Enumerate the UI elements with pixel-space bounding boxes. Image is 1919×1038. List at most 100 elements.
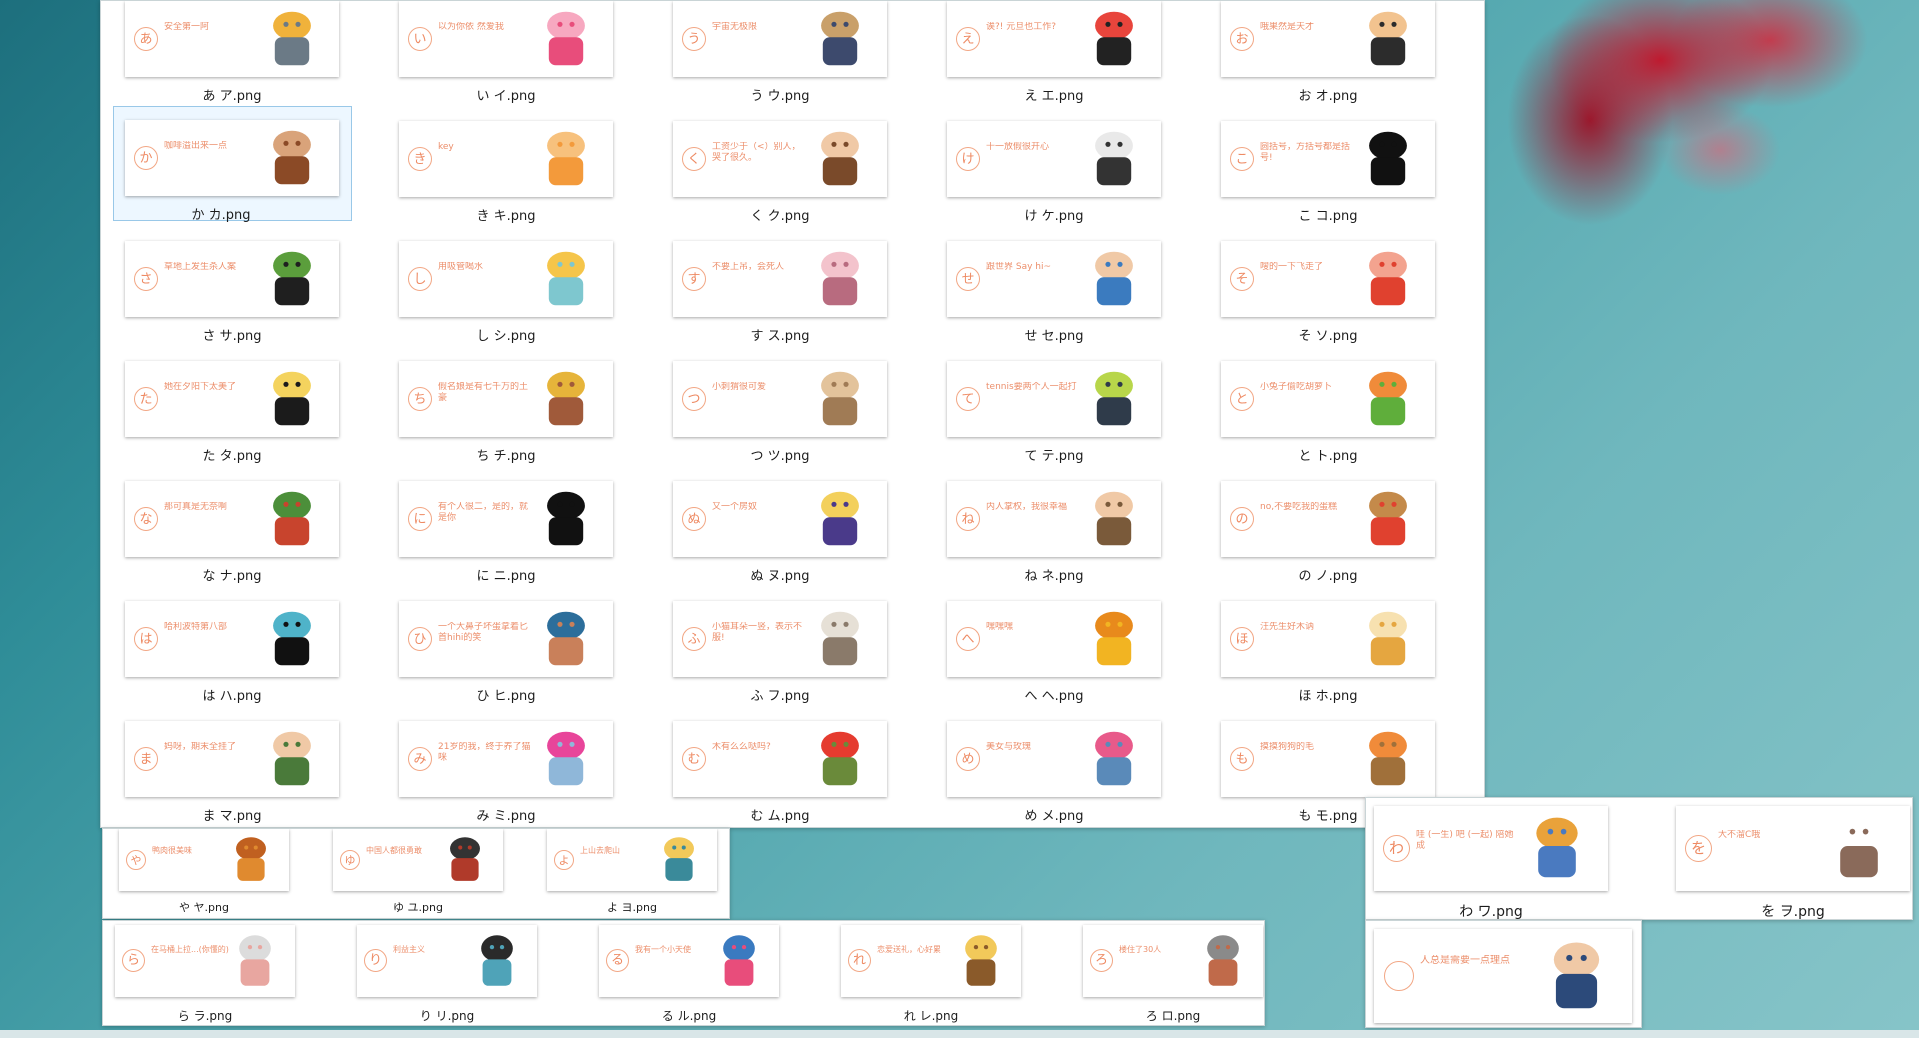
kana-circle-icon: ぬ <box>682 507 706 531</box>
file-item[interactable]: て tennis要两个人一起打 て テ.png <box>947 361 1161 464</box>
mnemonic-text: 上山去爬山 <box>580 846 620 855</box>
file-item[interactable]: し用吸管喝水 し シ.png <box>399 241 613 344</box>
file-item[interactable]: ら在马桶上拉...(你懂的) ら ラ.png <box>115 925 295 1023</box>
file-item[interactable]: ま妈呀，期末全挂了 ま マ.png <box>125 721 339 824</box>
smiley-face-icon <box>1071 604 1157 677</box>
kana-circle-icon: へ <box>956 627 980 651</box>
file-item[interactable]: く工资少于（<）别人，哭了很久。 く ク.png <box>673 121 887 224</box>
mnemonic-text: 妈呀，期末全挂了 <box>164 742 237 752</box>
file-item[interactable]: あ安全第一阿 あ ア.png <box>125 1 339 104</box>
file-name: の ノ.png <box>1298 569 1358 584</box>
thinking-man-icon <box>1525 933 1628 1023</box>
file-item[interactable]: む木有么么哒吗? む ム.png <box>673 721 887 824</box>
file-item[interactable]: ぬ又一个房奴 ぬ ヌ.png <box>673 481 887 584</box>
file-name: お オ.png <box>1298 89 1358 104</box>
file-item[interactable]: ほ汪先生好木讷 ほ ホ.png <box>1221 601 1435 704</box>
file-item[interactable]: れ恋爱送礼，心好累 れ レ.png <box>841 925 1021 1023</box>
file-item[interactable]: さ草地上发生杀人案 さ サ.png <box>125 241 339 344</box>
file-thumbnail: き key <box>399 121 613 197</box>
farmer-icon <box>1510 809 1604 891</box>
exam-girl-icon <box>249 724 335 797</box>
file-item[interactable]: せ跟世界 Say hi~ せ セ.png <box>947 241 1161 344</box>
file-item[interactable]: り利益主义 り リ.png <box>357 925 537 1023</box>
file-item[interactable]: す不要上吊，会死人 す ス.png <box>673 241 887 344</box>
file-item[interactable]: よ上山去爬山 よ ヨ.png <box>547 829 717 914</box>
file-name: き キ.png <box>476 209 536 224</box>
file-item[interactable]: け十一放假很开心 け ケ.png <box>947 121 1161 224</box>
kana-circle-icon: み <box>408 747 432 771</box>
mnemonic-text: 美女与玫瑰 <box>986 742 1032 752</box>
mnemonic-text: 汪先生好木讷 <box>1260 622 1315 632</box>
file-name: ひ ヒ.png <box>476 689 536 704</box>
file-thumbnail: へ嘿嘿嘿 <box>947 601 1161 677</box>
file-item[interactable]: か咖啡溢出来一点 か カ.png <box>113 106 352 223</box>
mnemonic-text: 21岁的我，终于养了猫咪 <box>438 742 531 764</box>
file-item[interactable]: ろ楼住了30人 ろ ロ.png <box>1083 925 1263 1023</box>
file-item[interactable]: る我有一个小天使 る ル.png <box>599 925 779 1023</box>
orange-kana-ki-icon <box>523 124 609 197</box>
mnemonic-text: 嗖的一下飞走了 <box>1260 262 1324 272</box>
mnemonic-text: 有个人很二，是的，就是你 <box>438 502 529 524</box>
file-thumbnail: か咖啡溢出来一点 <box>125 120 339 196</box>
file-item[interactable]: わ哇 (一生) 吧 (一起) 陪她成 わ ワ.png <box>1374 806 1608 919</box>
file-item[interactable]: を大不溜C哦 を ヲ.png <box>1676 806 1910 919</box>
file-item[interactable]: つ小刺猬很可爱 つ ツ.png <box>673 361 887 464</box>
file-item[interactable]: は哈利波特第八部 は ハ.png <box>125 601 339 704</box>
file-item[interactable]: た她在夕阳下太美了 た タ.png <box>125 361 339 464</box>
mnemonic-text: 大不溜C哦 <box>1718 830 1761 840</box>
file-item[interactable]: う宇宙无极限 う ウ.png <box>673 1 887 104</box>
file-item[interactable]: の no,不要吃我的蛋糕 の ノ.png <box>1221 481 1435 584</box>
file-item[interactable]: と小兔子偷吃胡萝卜 と ト.png <box>1221 361 1435 464</box>
file-item[interactable]: へ嘿嘿嘿 へ ヘ.png <box>947 601 1161 704</box>
file-thumbnail: ほ汪先生好木讷 <box>1221 601 1435 677</box>
file-item[interactable]: そ嗖的一下飞走了 そ ソ.png <box>1221 241 1435 344</box>
file-thumbnail: ね内人掌权，我很幸福 <box>947 481 1161 557</box>
kana-circle-icon: ま <box>134 747 158 771</box>
love-heart-text-icon <box>523 4 609 77</box>
mnemonic-text: 中国人都很勇敢 <box>366 846 422 855</box>
night-landscape-icon <box>797 4 883 77</box>
kana-circle-icon: い <box>408 27 432 51</box>
file-name: な ナ.png <box>202 569 262 584</box>
mnemonic-text: 她在夕阳下太美了 <box>164 382 237 392</box>
file-item[interactable]: 人总是需要一点理点 <box>1374 929 1632 1023</box>
mnemonic-text: 人总是需要一点理点 <box>1420 955 1510 966</box>
file-item[interactable]: こ圆括号，方括号都是括号! こ コ.png <box>1221 121 1435 224</box>
kana-circle-icon: き <box>408 147 432 171</box>
file-thumbnail: な那可真是无奈啊 <box>125 481 339 557</box>
file-item[interactable]: ち假名娘是有七千万的土豪 ち チ.png <box>399 361 613 464</box>
file-item[interactable]: き key き キ.png <box>399 121 613 224</box>
mnemonic-text: 草地上发生杀人案 <box>164 262 237 272</box>
no-cake-icon <box>1345 484 1431 557</box>
rabbit-carrot-icon <box>1345 364 1431 437</box>
file-item[interactable]: に有个人很二，是的，就是你 に ニ.png <box>399 481 613 584</box>
kana-circle-icon: そ <box>1230 267 1254 291</box>
file-item[interactable]: ね内人掌权，我很幸福 ね ネ.png <box>947 481 1161 584</box>
file-item[interactable]: み 21岁的我，终于养了猫咪 み ミ.png <box>399 721 613 824</box>
file-item[interactable]: え诶?! 元旦也工作? え エ.png <box>947 1 1161 104</box>
file-item[interactable]: や鸭肉很美味 や ヤ.png <box>119 829 289 914</box>
mnemonic-text: 诶?! 元旦也工作? <box>986 22 1057 32</box>
file-thumbnail: ひ一个大鼻子坏蛋拿着匕首hihi的笑 <box>399 601 613 677</box>
file-name: う ウ.png <box>750 89 810 104</box>
kana-circle-icon: を <box>1685 835 1712 862</box>
file-item[interactable]: ふ小猫耳朵一竖，表示不服! ふ フ.png <box>673 601 887 704</box>
mnemonic-text: 不要上吊，会死人 <box>712 262 785 272</box>
file-name: た タ.png <box>202 449 262 464</box>
kana-circle-icon: て <box>956 387 980 411</box>
file-name: め メ.png <box>1024 809 1084 824</box>
file-thumbnail: り利益主义 <box>357 925 537 997</box>
file-item[interactable]: い以为你依 然爱我 い イ.png <box>399 1 613 104</box>
file-item[interactable]: な那可真是无奈啊 な ナ.png <box>125 481 339 584</box>
kana-circle-icon: し <box>408 267 432 291</box>
file-item[interactable]: ゆ中国人都很勇敢 ゆ ユ.png <box>333 829 503 914</box>
file-item[interactable]: め美女与玫瑰 め メ.png <box>947 721 1161 824</box>
file-thumbnail: ま妈呀，期末全挂了 <box>125 721 339 797</box>
file-item[interactable]: ひ一个大鼻子坏蛋拿着匕首hihi的笑 ひ ヒ.png <box>399 601 613 704</box>
file-thumbnail: む木有么么哒吗? <box>673 721 887 797</box>
kana-circle-icon: れ <box>848 949 871 972</box>
file-thumbnail: つ小刺猬很可爱 <box>673 361 887 437</box>
file-item[interactable]: お哦果然是天才 お オ.png <box>1221 1 1435 104</box>
mnemonic-text: 一个大鼻子坏蛋拿着匕首hihi的笑 <box>438 622 529 644</box>
kana-circle-icon: の <box>1230 507 1254 531</box>
